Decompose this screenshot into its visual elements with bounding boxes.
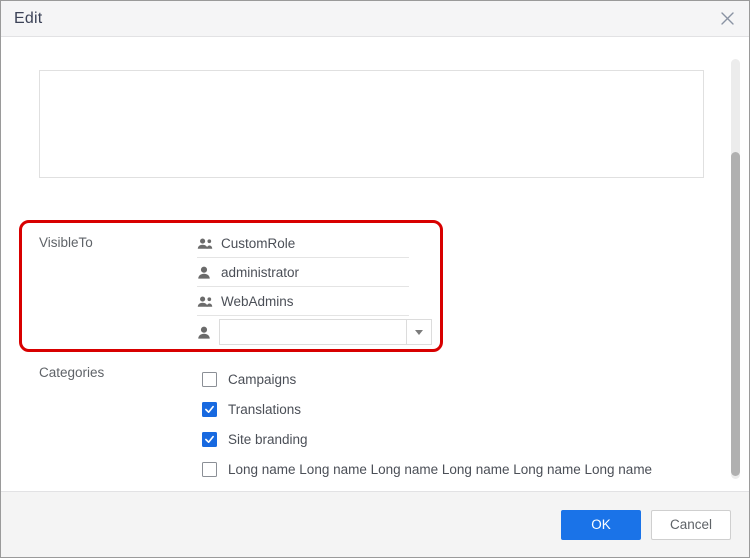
checkbox-long-name[interactable] bbox=[202, 462, 217, 477]
chevron-down-icon[interactable] bbox=[406, 320, 431, 344]
person-icon bbox=[197, 266, 219, 279]
dialog-footer: OK Cancel bbox=[1, 491, 749, 557]
categories-label: Categories bbox=[39, 365, 104, 380]
checkbox-row-site-branding[interactable]: Site branding bbox=[202, 424, 682, 454]
group-icon bbox=[197, 295, 219, 308]
visibleto-list: CustomRole administrator bbox=[197, 229, 409, 348]
checkbox-label: Campaigns bbox=[217, 372, 296, 387]
visibleto-entry-label: WebAdmins bbox=[219, 294, 294, 309]
categories-list: Campaigns Translations Site branding bbox=[202, 364, 682, 484]
description-textarea[interactable] bbox=[39, 70, 704, 178]
visibleto-entry-webadmins[interactable]: WebAdmins bbox=[197, 287, 409, 316]
dialog-titlebar: Edit bbox=[1, 1, 749, 37]
checkbox-row-long-name[interactable]: Long name Long name Long name Long name … bbox=[202, 454, 682, 484]
checkbox-row-campaigns[interactable]: Campaigns bbox=[202, 364, 682, 394]
visibleto-entry-administrator[interactable]: administrator bbox=[197, 258, 409, 287]
visibleto-entry-label: CustomRole bbox=[219, 236, 295, 251]
vertical-scrollbar[interactable] bbox=[731, 59, 740, 479]
ok-button[interactable]: OK bbox=[561, 510, 641, 540]
person-icon bbox=[197, 326, 219, 339]
dialog-body: VisibleTo CustomRole bbox=[1, 37, 749, 491]
visibleto-label: VisibleTo bbox=[39, 235, 93, 250]
visibleto-new-entry-row bbox=[197, 316, 409, 348]
close-icon[interactable] bbox=[713, 5, 741, 33]
visibleto-entry-label: administrator bbox=[219, 265, 299, 280]
visibleto-entry-customrole[interactable]: CustomRole bbox=[197, 229, 409, 258]
group-icon bbox=[197, 237, 219, 250]
checkbox-site-branding[interactable] bbox=[202, 432, 217, 447]
checkbox-row-translations[interactable]: Translations bbox=[202, 394, 682, 424]
checkbox-label: Long name Long name Long name Long name … bbox=[217, 462, 652, 477]
checkbox-translations[interactable] bbox=[202, 402, 217, 417]
checkbox-label: Site branding bbox=[217, 432, 308, 447]
scrollbar-thumb[interactable] bbox=[731, 152, 740, 476]
visibleto-combobox[interactable] bbox=[219, 319, 432, 345]
cancel-button[interactable]: Cancel bbox=[651, 510, 731, 540]
edit-dialog: Edit VisibleTo bbox=[0, 0, 750, 558]
dialog-title: Edit bbox=[1, 10, 42, 28]
checkbox-campaigns[interactable] bbox=[202, 372, 217, 387]
checkbox-label: Translations bbox=[217, 402, 301, 417]
visibleto-input[interactable] bbox=[220, 320, 406, 344]
